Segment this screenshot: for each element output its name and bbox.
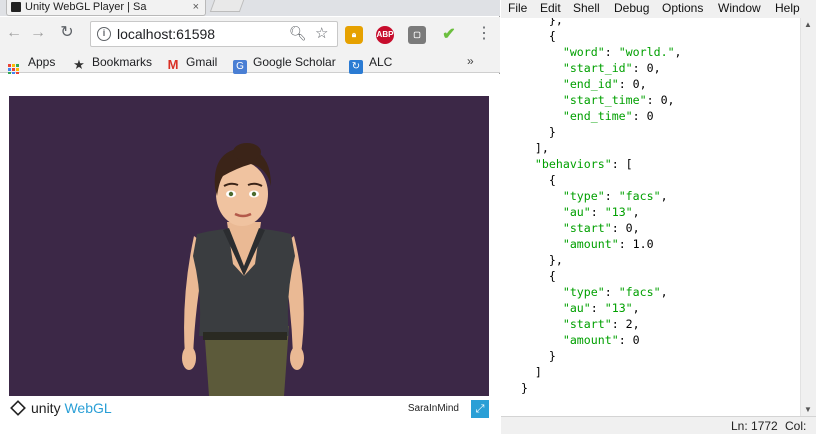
code-line: "start_id": 0, bbox=[562, 61, 661, 75]
bookmark-label: Bookmarks bbox=[92, 55, 153, 69]
checkmark-extension-icon[interactable]: ✔ bbox=[440, 26, 458, 44]
bookmark-star-icon[interactable]: ☆ bbox=[315, 24, 328, 42]
code-text-area[interactable]: }, { "word": "world.", "start_id": 0, "e… bbox=[501, 18, 800, 416]
url-text[interactable]: localhost:61598 bbox=[117, 26, 215, 42]
site-info-icon[interactable]: i bbox=[97, 27, 111, 41]
code-lines: }, { "word": "world.", "start_id": 0, "e… bbox=[507, 18, 682, 396]
unity-webgl-logo: unity WebGL bbox=[10, 400, 112, 416]
editor-statusbar: Ln: 1772 Col: 0 bbox=[501, 416, 816, 434]
browser-window: Unity WebGL Player | Sa × ← → ↻ i localh… bbox=[0, 0, 500, 434]
browser-menu-icon[interactable]: ⋮ bbox=[476, 25, 492, 43]
menu-help[interactable]: Help bbox=[775, 1, 800, 15]
code-line: "au": "13", bbox=[562, 205, 640, 219]
code-line: "type": "facs", bbox=[562, 189, 668, 203]
bookmark-label: Apps bbox=[28, 55, 56, 69]
game-title: SaraInMind bbox=[407, 403, 459, 414]
code-line: "amount": 1.0 bbox=[562, 237, 654, 251]
unity-footer: unity WebGL SaraInMind ⤢ bbox=[9, 398, 489, 420]
editor-menubar: File Edit Shell Debug Options Window Hel… bbox=[501, 0, 816, 18]
code-line: "word": "world.", bbox=[562, 45, 682, 59]
code-line: } bbox=[507, 125, 556, 139]
browser-toolbar: ← → ↻ i localhost:61598 🔍︎ ☆ 🔒︎ ABP ▢ ✔ … bbox=[0, 17, 500, 51]
star-icon: ★ bbox=[73, 57, 85, 72]
menu-options[interactable]: Options bbox=[662, 1, 703, 15]
code-line: }, bbox=[507, 253, 563, 267]
bookmark-bookmarks[interactable]: ★ Bookmarks bbox=[72, 54, 153, 72]
reload-icon[interactable]: ↻ bbox=[57, 23, 77, 43]
code-line: "behaviors": [ bbox=[534, 157, 633, 171]
fullscreen-button[interactable]: ⤢ bbox=[471, 400, 489, 418]
bookmark-label: Gmail bbox=[186, 55, 218, 69]
tab-strip: Unity WebGL Player | Sa × bbox=[0, 0, 500, 16]
bookmarks-overflow-button[interactable]: » bbox=[467, 54, 474, 68]
code-line: { bbox=[507, 269, 556, 283]
menu-debug[interactable]: Debug bbox=[614, 1, 649, 15]
menu-edit[interactable]: Edit bbox=[540, 1, 561, 15]
bookmark-label: Google Scholar bbox=[253, 55, 336, 69]
unity-cube-icon bbox=[10, 400, 26, 416]
code-line: "start": 2, bbox=[562, 317, 640, 331]
logo-webgl-text: WebGL bbox=[64, 400, 112, 416]
alc-icon: ↻ bbox=[349, 60, 363, 74]
scroll-down-arrow-icon[interactable]: ▼ bbox=[804, 405, 812, 414]
web-page: unity WebGL SaraInMind ⤢ bbox=[0, 74, 500, 434]
new-tab-button[interactable] bbox=[209, 0, 245, 12]
code-line: "au": "13", bbox=[562, 301, 640, 315]
address-bar[interactable]: i localhost:61598 🔍︎ ☆ bbox=[90, 21, 338, 47]
unity-canvas[interactable] bbox=[9, 96, 489, 396]
menu-file[interactable]: File bbox=[508, 1, 527, 15]
menu-shell[interactable]: Shell bbox=[573, 1, 600, 15]
code-line: }, bbox=[507, 18, 563, 27]
forward-arrow-icon[interactable]: → bbox=[28, 23, 48, 43]
avatar-character bbox=[182, 143, 304, 396]
code-line: "start_time": 0, bbox=[562, 93, 675, 107]
code-line: "amount": 0 bbox=[562, 333, 640, 347]
code-line: ], bbox=[507, 141, 549, 155]
gmail-icon: M bbox=[167, 57, 179, 72]
bookmarks-bar: Apps ★ Bookmarks M Gmail G Google Scholar ↻… bbox=[0, 51, 500, 75]
scroll-up-arrow-icon[interactable]: ▲ bbox=[804, 20, 812, 29]
logo-unity-text: unity bbox=[31, 400, 61, 416]
back-arrow-icon[interactable]: ← bbox=[4, 23, 24, 43]
code-line: } bbox=[507, 349, 556, 363]
tab-close-icon[interactable]: × bbox=[193, 0, 199, 14]
code-line: } bbox=[507, 381, 528, 395]
lock-extension-icon[interactable]: 🔒︎ bbox=[345, 26, 363, 44]
code-line: ] bbox=[507, 365, 542, 379]
square-extension-icon[interactable]: ▢ bbox=[408, 26, 426, 44]
status-column-number: Col: 0 bbox=[785, 419, 807, 434]
adblock-extension-icon[interactable]: ABP bbox=[376, 26, 394, 44]
code-line: "type": "facs", bbox=[562, 285, 668, 299]
tab-title: Unity WebGL Player | Sa bbox=[25, 1, 147, 13]
code-line: { bbox=[507, 29, 556, 43]
code-line: "end_id": 0, bbox=[562, 77, 647, 91]
bookmark-label: ALC bbox=[369, 55, 393, 69]
bookmark-apps[interactable]: Apps bbox=[8, 54, 56, 75]
menu-window[interactable]: Window bbox=[718, 1, 761, 15]
vertical-scrollbar[interactable]: ▲ ▼ bbox=[800, 18, 816, 416]
scholar-icon: G bbox=[233, 60, 247, 74]
bookmark-alc[interactable]: ↻ ALC bbox=[349, 54, 393, 74]
code-line: "start": 0, bbox=[562, 221, 640, 235]
zoom-magnifier-icon[interactable]: 🔍︎ bbox=[289, 25, 307, 42]
python-shell-window: File Edit Shell Debug Options Window Hel… bbox=[501, 0, 816, 434]
code-line: "end_time": 0 bbox=[562, 109, 654, 123]
browser-tab[interactable]: Unity WebGL Player | Sa × bbox=[6, 0, 206, 16]
bookmark-gmail[interactable]: M Gmail bbox=[166, 54, 218, 72]
code-line: { bbox=[507, 173, 556, 187]
bookmark-google-scholar[interactable]: G Google Scholar bbox=[233, 54, 336, 74]
unity-favicon-icon bbox=[11, 2, 21, 12]
status-line-number: Ln: 1772 bbox=[731, 419, 778, 433]
